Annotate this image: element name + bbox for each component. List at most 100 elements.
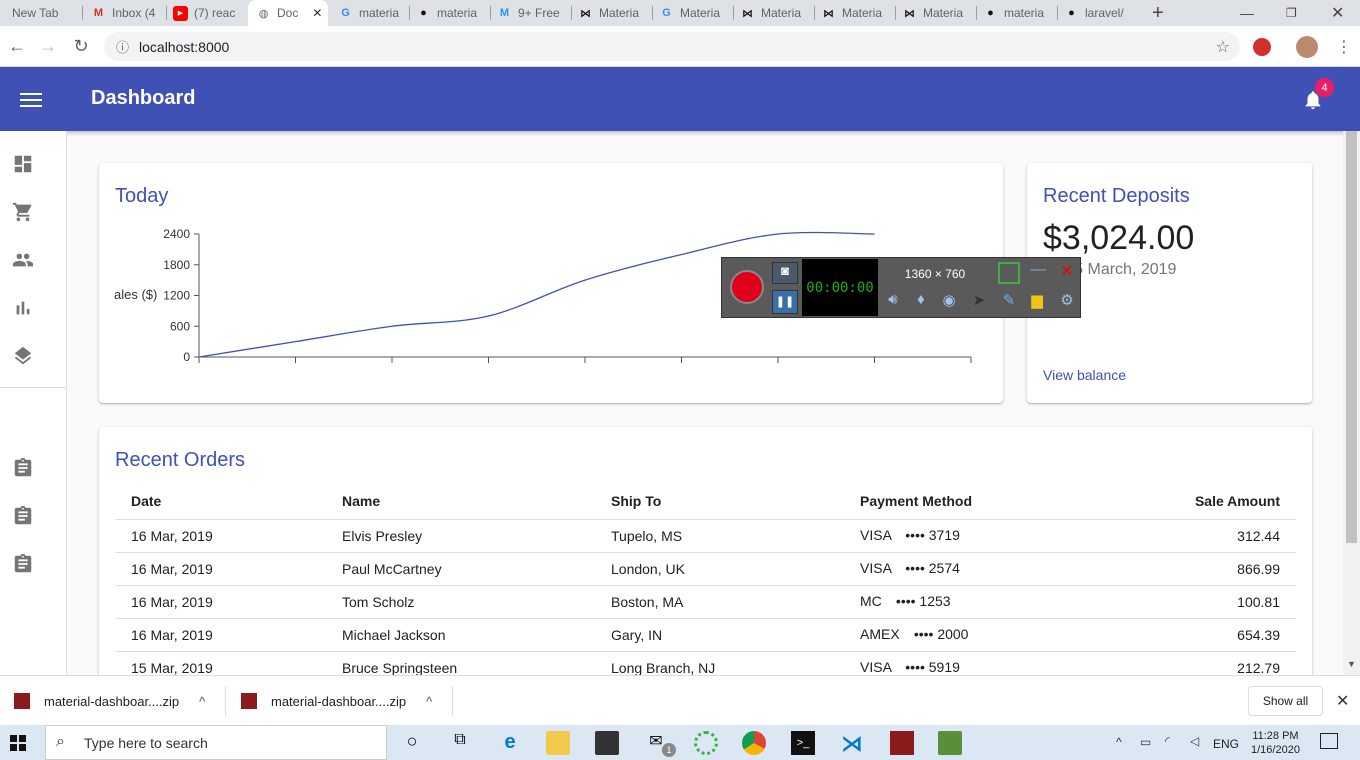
address-bar[interactable]: ⓘ localhost:8000 ☆ [104,32,1240,61]
new-tab-button[interactable]: + [1152,0,1164,26]
minimize-window-button[interactable]: — [1240,0,1254,26]
taskbar-clock[interactable]: 11:28 PM 1/16/2020 [1251,729,1300,757]
restore-window-button[interactable]: ❐ [1286,0,1297,26]
people-icon[interactable] [12,249,34,271]
assignment-icon[interactable] [12,505,34,527]
minimize-recorder-icon[interactable]: — [1026,261,1050,285]
forward-button[interactable]: → [37,35,59,57]
chrome-icon[interactable] [742,731,766,755]
menu-icon[interactable] [20,89,42,109]
order-ship-to: Tupelo, MS [595,519,844,553]
close-downloads-icon[interactable]: ✕ [1336,691,1349,711]
page-scrollbar[interactable]: ▼ [1343,131,1360,675]
region-select-icon[interactable] [998,262,1020,284]
tab-separator [1057,6,1058,20]
tab-material-3[interactable]: ⋈ Materia [821,0,893,26]
language-indicator[interactable]: ENG [1213,737,1239,751]
tab-label: Inbox (4 [112,6,156,20]
dashboard-icon[interactable] [12,153,34,175]
tab-material-2[interactable]: ⋈ Materia [740,0,812,26]
record-button[interactable] [730,270,764,304]
y-tick-label: 2400 [163,227,190,241]
bar-chart-icon[interactable] [12,297,34,319]
browser-menu-icon[interactable]: ⋮ [1336,37,1352,57]
pause-button[interactable]: ❚❚ [772,290,798,314]
order-name: Tom Scholz [326,585,595,619]
show-all-button[interactable]: Show all [1248,686,1323,716]
tab-inbox[interactable]: M Inbox (4 [91,0,163,26]
speaker-icon[interactable]: 🔊︎ [882,291,904,313]
scroll-down-arrow-icon[interactable]: ▼ [1347,659,1356,669]
folder-icon[interactable]: ▆ [1026,291,1048,313]
taskbar-search-box[interactable]: ⌕ Type here to search [45,725,387,760]
layers-icon[interactable] [12,345,34,367]
tab-material-4[interactable]: ⋈ Materia [902,0,974,26]
microphone-icon[interactable]: ♦ [910,291,932,313]
battery-icon[interactable]: ▭ [1140,735,1151,749]
tab-doc-active[interactable]: ◍ Doc ✕ [248,0,328,26]
recording-resolution: 1360 × 760 [904,267,966,281]
tab-material-1[interactable]: ⋈ Materia [578,0,650,26]
chevron-up-icon[interactable]: ^ [1116,735,1122,749]
order-date: 16 Mar, 2019 [115,552,326,586]
bookmark-star-icon[interactable]: ☆ [1216,37,1230,57]
download-divider [225,686,226,716]
order-name: Elvis Presley [326,519,595,553]
scrollbar-thumb[interactable] [1346,131,1357,543]
cursor-icon[interactable]: ➤ [968,291,990,313]
tab-google-material-2[interactable]: G Materia [659,0,731,26]
profile-avatar[interactable] [1296,36,1318,58]
tab-github-material-2[interactable]: ● materia [983,0,1055,26]
header-payment: Payment Method [844,483,1094,520]
camera-icon[interactable]: ◙ [772,262,798,284]
close-tab-icon[interactable]: ✕ [312,6,322,20]
webcam-icon[interactable]: ◉ [938,291,960,313]
view-balance-link[interactable]: View balance [1043,367,1126,383]
store-icon[interactable] [595,731,619,755]
close-recorder-icon[interactable]: ✕ [1056,261,1078,283]
extension-icon[interactable] [1253,38,1271,56]
tab-google-material[interactable]: Gmateria [338,0,408,26]
back-button[interactable]: ← [6,35,28,57]
cart-icon[interactable] [12,201,34,223]
github-icon: ● [1068,7,1075,19]
vscode-icon[interactable]: ⋊ [840,731,864,756]
action-center-icon[interactable] [1320,733,1338,749]
order-ship-to: London, UK [595,552,844,586]
close-window-button[interactable]: ✕ [1331,0,1344,26]
edge-icon[interactable]: e [498,731,522,755]
reload-button[interactable]: ↻ [70,35,92,57]
cortana-icon[interactable]: ○ [400,731,424,755]
tab-separator [814,6,815,20]
order-payment: MC ⠀•••• 1253 [844,585,1094,619]
bowtie-icon: ⋈ [580,7,591,20]
download-item[interactable]: material-dashboar....zip ^ [241,676,432,726]
recent-orders-card: Recent Orders Date Name Ship To Payment … [99,427,1312,687]
tab-youtube[interactable]: ▶ (7) reac [173,0,245,26]
tab-new-tab[interactable]: New Tab [12,0,82,26]
chevron-up-icon[interactable]: ^ [426,694,432,709]
table-row: 16 Mar, 2019 Paul McCartney London, UK V… [115,552,1296,586]
editor-icon[interactable] [938,731,962,755]
winrar-icon[interactable] [890,731,914,755]
assignment-icon[interactable] [12,457,34,479]
pen-icon[interactable]: ✎ [998,291,1020,313]
order-amount: 100.81 [1094,585,1296,619]
tab-free[interactable]: M 9+ Free [497,0,569,26]
tab-laravel[interactable]: ● laravel/ [1064,0,1136,26]
chevron-up-icon[interactable]: ^ [199,694,205,709]
file-explorer-icon[interactable] [546,731,570,755]
loading-app-icon[interactable] [694,731,718,755]
windows-start-icon[interactable] [10,735,26,751]
task-view-icon[interactable]: ⧉ [448,731,472,755]
terminal-icon[interactable]: >_ [791,731,815,755]
download-item[interactable]: material-dashboar....zip ^ [14,676,205,726]
volume-icon[interactable]: ◁ [1190,734,1199,748]
tab-github-material[interactable]: ● materia [416,0,488,26]
order-amount: 866.99 [1094,552,1296,586]
settings-gear-icon[interactable]: ⚙ [1056,291,1078,313]
assignment-icon[interactable] [12,553,34,575]
wifi-icon[interactable]: ◜ [1165,734,1170,748]
tab-label: New Tab [12,6,59,20]
tab-label: Materia [599,6,640,20]
